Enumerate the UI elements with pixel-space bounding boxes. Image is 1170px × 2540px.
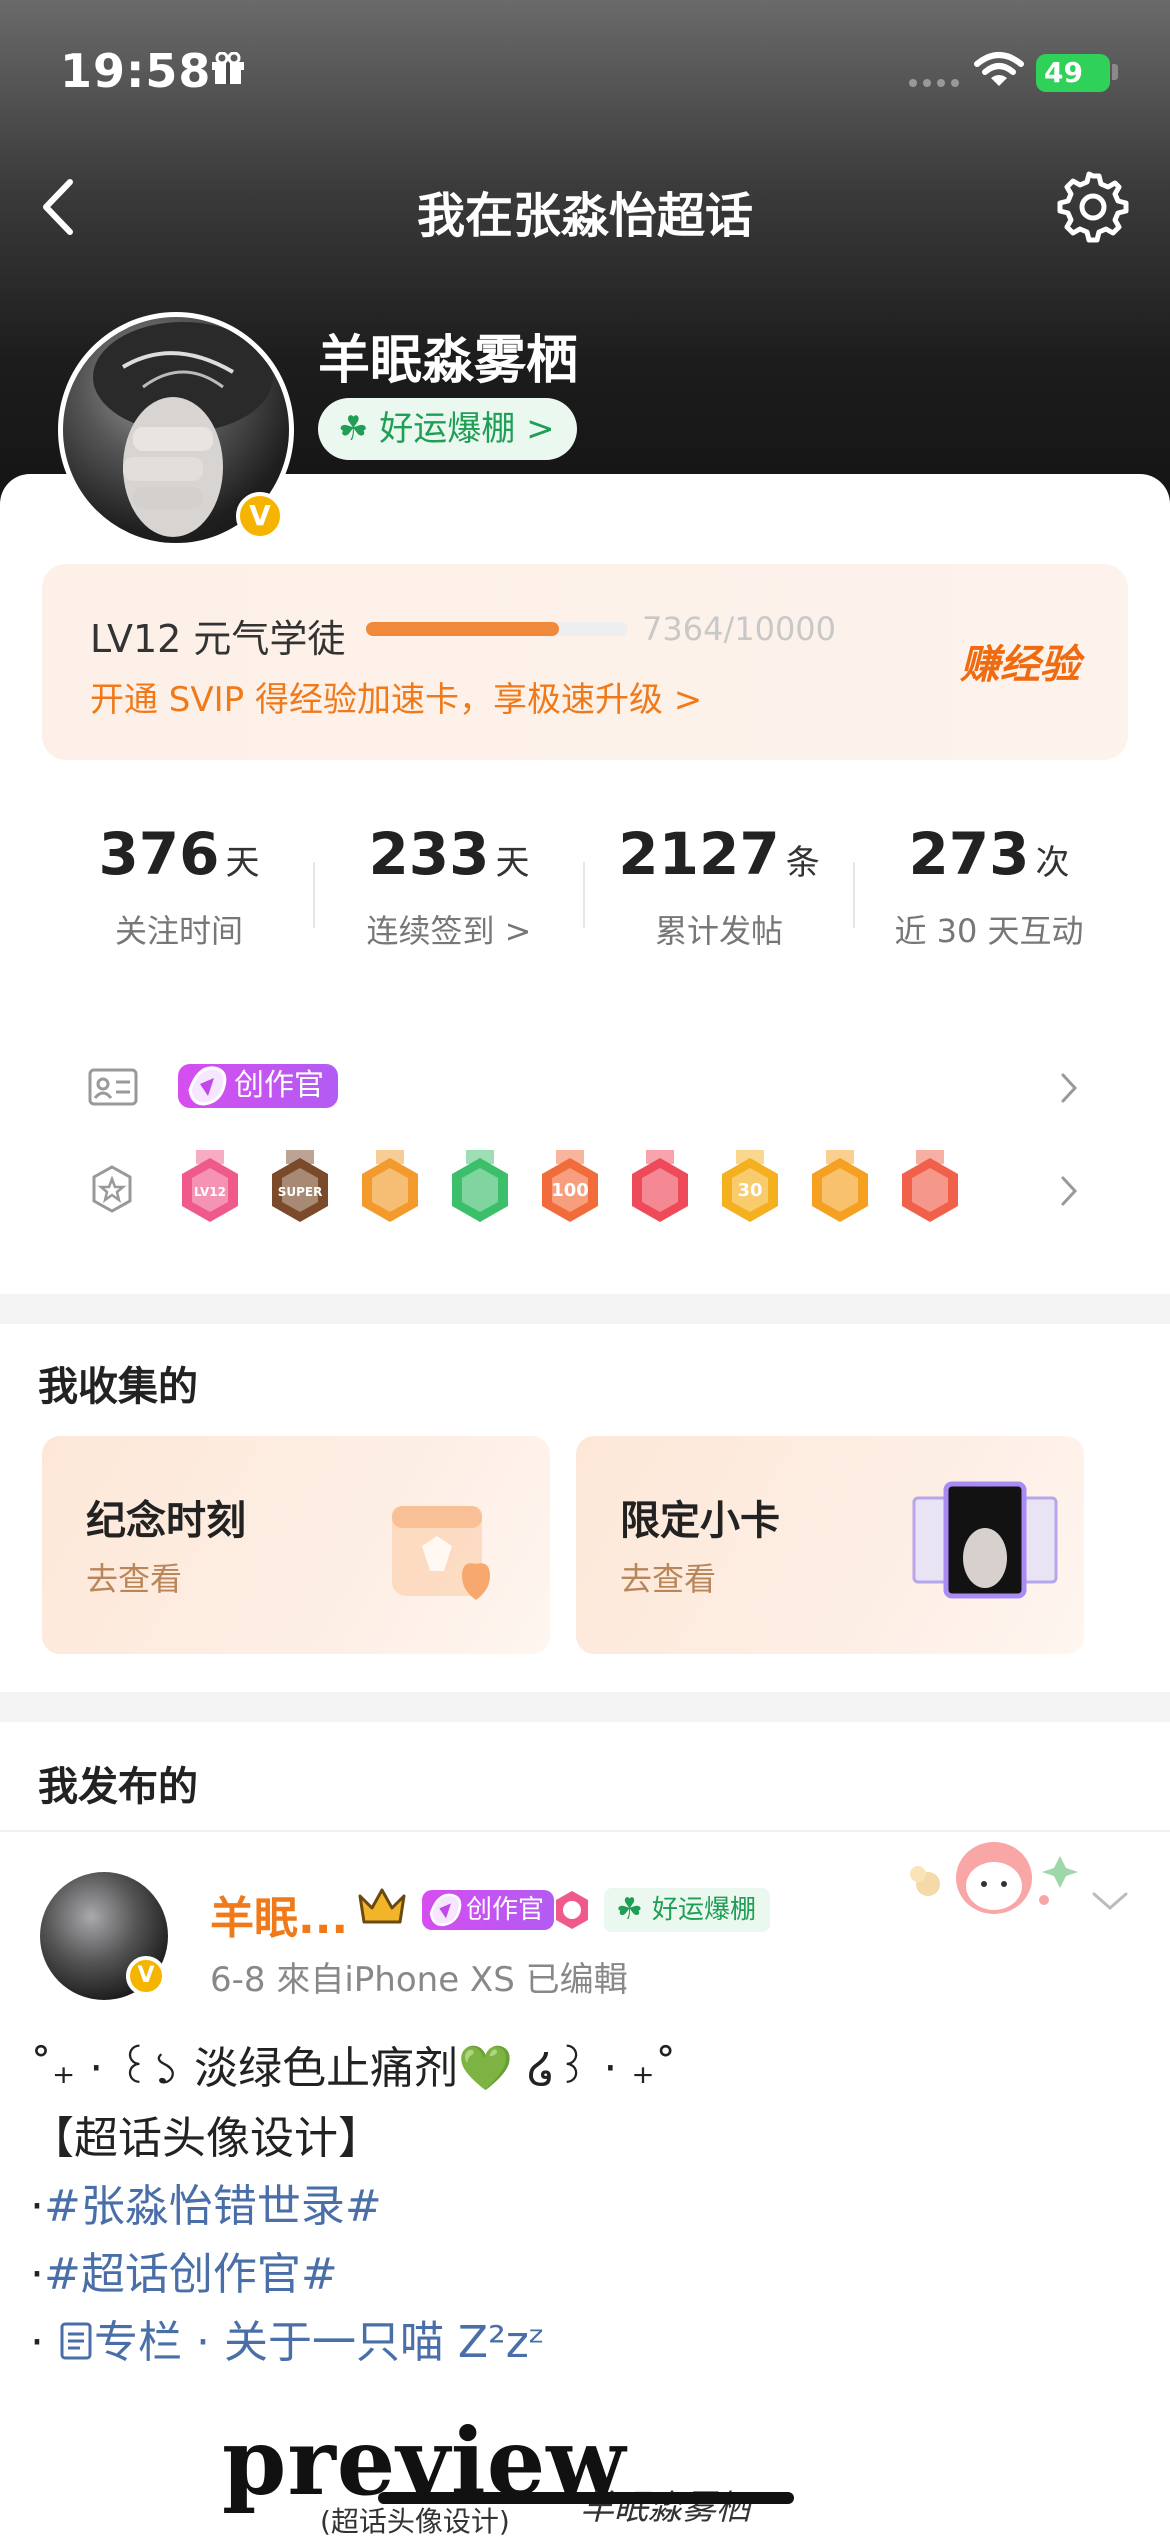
profile-username: 羊眠淼雾栖 — [318, 331, 579, 391]
collect-card-sub: 去查看 — [86, 1560, 183, 1598]
sticker-decoration-icon — [910, 1842, 1078, 1914]
gear-icon[interactable] — [1056, 170, 1130, 244]
photo-cards-icon — [912, 1481, 1058, 1599]
stat-unit: 条 — [785, 843, 820, 883]
30-days-medal-icon: 30 — [722, 1150, 778, 1222]
post-bullet: · — [30, 2249, 44, 2300]
collect-card-memorial[interactable]: 纪念时刻 去查看 — [42, 1436, 550, 1654]
stat-unit: 次 — [1035, 843, 1070, 883]
post-line-heading: 【超话头像设计】 — [30, 2113, 382, 2164]
chevron-down-icon[interactable] — [1090, 1888, 1130, 1914]
collected-section-title: 我收集的 — [38, 1364, 198, 1410]
clover-icon: ☘ — [616, 1892, 643, 1927]
column-link[interactable]: 专栏 · 关于一只喵 Z²zᶻ — [94, 2317, 545, 2368]
stat-follow-time: 376 天 关注时间 — [44, 820, 314, 952]
creator-logo-icon — [429, 1893, 462, 1927]
post-bullet: · — [30, 2317, 58, 2368]
stat-label: 近 30 天互动 — [894, 912, 1084, 950]
level-progress-bar — [366, 622, 628, 636]
section-separator — [0, 1294, 1170, 1324]
collect-card-sub: 去查看 — [620, 1560, 717, 1598]
verified-badge-icon: V — [236, 492, 284, 540]
level-progress-text: 7364/10000 — [642, 610, 837, 648]
id-card-icon — [88, 1068, 138, 1106]
collect-card-limited[interactable]: 限定小卡 去查看 — [576, 1436, 1084, 1654]
gift-icon — [212, 52, 244, 84]
collect-card-title: 限定小卡 — [620, 1498, 780, 1544]
stat-value: 376 — [98, 820, 220, 888]
level-progress-fill — [366, 622, 559, 636]
chevron-right-icon[interactable] — [1058, 1174, 1080, 1208]
lv12-badge-icon — [556, 1891, 588, 1929]
luck-badge[interactable]: ☘ 好运爆棚 > — [318, 398, 577, 460]
post-bullet: · — [30, 2181, 44, 2232]
post-line-column: · 专栏 · 关于一只喵 Z²zᶻ — [30, 2306, 545, 2370]
topic-link[interactable]: #超话创作官# — [44, 2249, 338, 2300]
crown-medal-icon — [362, 1150, 418, 1222]
trophy-medal-icon — [632, 1150, 688, 1222]
post-creator-badge[interactable]: 创作官 — [422, 1890, 555, 1930]
status-bar: 19:58 49 — [0, 0, 1170, 150]
status-time: 19:58 — [60, 44, 212, 98]
post-image-preview-subtitle: (超话头像设计) — [320, 2505, 510, 2538]
luck-badge-label: 好运爆棚 — [652, 1895, 757, 1925]
medal-outline-icon — [92, 1165, 132, 1213]
earn-exp-button[interactable]: 赚经验 — [960, 632, 1080, 690]
clover-icon: ☘ — [338, 409, 369, 449]
medal-label: 100 — [551, 1180, 589, 1201]
super-medal-icon: SUPER — [272, 1150, 328, 1222]
rock-hand-medal-icon — [902, 1150, 958, 1222]
100-days-medal-icon: 100 — [542, 1150, 598, 1222]
hand-medal-icon — [452, 1150, 508, 1222]
crown-icon — [358, 1888, 406, 1924]
section-separator — [0, 1692, 1170, 1722]
luck-badge-label: 好运爆棚 > — [379, 409, 555, 449]
post-line-topic1: ·#张淼怡错世录# — [30, 2170, 382, 2234]
medal-label: 30 — [737, 1180, 762, 1201]
topic-link[interactable]: #张淼怡错世录# — [44, 2181, 382, 2232]
stat-interactions: 273 次 近 30 天互动 — [854, 820, 1124, 952]
home-indicator[interactable] — [378, 2492, 794, 2504]
signal-icon — [909, 79, 959, 87]
stat-value: 2127 — [618, 820, 780, 888]
battery-indicator: 49 — [1036, 54, 1110, 92]
published-section-title: 我发布的 — [38, 1764, 198, 1810]
collect-card-title: 纪念时刻 — [86, 1498, 246, 1544]
battery-tip — [1112, 64, 1118, 80]
stat-label: 连续签到 > — [366, 912, 532, 950]
stat-unit: 天 — [225, 843, 260, 883]
post-luck-badge[interactable]: ☘ 好运爆棚 — [604, 1888, 771, 1932]
cheer-medal-icon — [812, 1150, 868, 1222]
creator-badge-label: 创作官 — [234, 1068, 324, 1103]
post-author-name[interactable]: 羊眠... — [210, 1882, 348, 1946]
creator-logo-icon — [188, 1066, 227, 1106]
page-title: 我在张淼怡超话 — [416, 188, 753, 244]
post-line-topic2: ·#超话创作官# — [30, 2238, 338, 2302]
creator-badge[interactable]: 创作官 — [178, 1064, 338, 1108]
post-meta: 6-8 來自iPhone XS 已编輯 — [210, 1960, 628, 2000]
svip-promo-link[interactable]: 开通 SVIP 得经验加速卡，享极速升级 > — [90, 672, 702, 721]
calendar-heart-icon — [392, 1506, 490, 1600]
chevron-right-icon[interactable] — [1058, 1071, 1080, 1105]
stat-posts: 2127 条 累计发帖 — [584, 820, 854, 952]
level-title: LV12 元气学徒 — [90, 617, 346, 661]
wifi-icon — [974, 52, 1024, 86]
creator-badge-label: 创作官 — [466, 1895, 545, 1925]
lv12-medal-icon: LV12 — [182, 1150, 238, 1222]
stat-checkin[interactable]: 233 天 连续签到 > — [314, 820, 584, 952]
verified-badge-icon: V — [126, 1956, 166, 1996]
stat-value: 273 — [908, 820, 1030, 888]
document-icon — [60, 2322, 92, 2360]
medal-label: LV12 — [194, 1185, 226, 1199]
stat-unit: 天 — [495, 843, 530, 883]
post-line-title: ˚₊ · ꒰১ 淡绿色止痛剂💚 ໒꒱ · ₊˚ — [30, 2043, 677, 2094]
stat-value: 233 — [368, 820, 490, 888]
post-image-signature: 羊眠淼雾栖 — [580, 2488, 750, 2528]
stat-label: 累计发帖 — [654, 912, 783, 950]
medal-label: SUPER — [278, 1185, 323, 1199]
stat-label: 关注时间 — [114, 912, 243, 950]
